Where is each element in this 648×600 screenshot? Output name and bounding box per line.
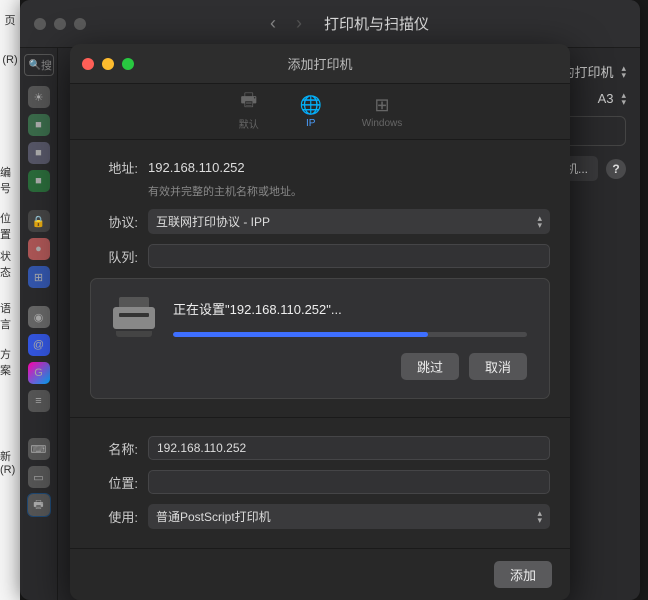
close-icon[interactable] xyxy=(82,58,94,70)
progress-text: 正在设置"192.168.110.252"... xyxy=(173,299,527,337)
address-label: 地址: xyxy=(90,158,138,177)
left-clip-strip: 页 (R) 编号 位置 状态 语言 方案 新(R) xyxy=(0,0,20,600)
address-hint: 有效并完整的主机名称或地址。 xyxy=(148,183,550,199)
printer-graphic-icon xyxy=(113,297,155,337)
min-dot[interactable] xyxy=(54,18,66,30)
sidebar-item[interactable]: ▭ xyxy=(28,466,50,488)
queue-input[interactable] xyxy=(148,244,550,268)
chevron-updown-icon[interactable]: ▴▾ xyxy=(621,65,626,79)
printer-icon: 🖶 xyxy=(238,92,260,114)
settings-titlebar: ‹ › 打印机与扫描仪 xyxy=(20,0,640,48)
progress-card: 正在设置"192.168.110.252"... 跳过 取消 xyxy=(90,278,550,399)
sidebar-item[interactable]: ■ xyxy=(28,114,50,136)
name-label: 名称: xyxy=(90,439,138,458)
chevron-updown-icon: ▴▾ xyxy=(537,510,542,524)
chevron-updown-icon: ▴▾ xyxy=(537,215,542,229)
search-icon: 🔍 xyxy=(29,60,41,71)
use-label: 使用: xyxy=(90,507,138,526)
tab-default[interactable]: 🖶 默认 xyxy=(238,92,260,131)
sidebar-item[interactable]: ■ xyxy=(28,170,50,192)
modal-footer: 添加 xyxy=(70,548,570,600)
modal-window-controls[interactable] xyxy=(82,58,134,70)
help-icon[interactable]: ? xyxy=(606,159,626,179)
bottom-form: 名称: 位置: 使用: 普通PostScript打印机 ▴▾ xyxy=(70,417,570,529)
sidebar-item[interactable]: ◉ xyxy=(28,306,50,328)
cancel-button[interactable]: 取消 xyxy=(469,353,527,380)
location-label: 位置: xyxy=(90,473,138,492)
progress-bar xyxy=(173,332,527,337)
sidebar-item[interactable]: ☀ xyxy=(28,86,50,108)
search-input[interactable]: 🔍 搜 xyxy=(24,54,54,76)
sidebar-item[interactable]: G xyxy=(28,362,50,384)
sidebar-item[interactable]: ⌨ xyxy=(28,438,50,460)
modal-body: 地址: 192.168.110.252 有效并完整的主机名称或地址。 协议: 互… xyxy=(70,140,570,557)
nav-forward-icon[interactable]: › xyxy=(290,13,308,34)
sidebar-item[interactable]: 🔒 xyxy=(28,210,50,232)
paper-size-value: A3 xyxy=(598,91,614,106)
sidebar-item[interactable]: @ xyxy=(28,334,50,356)
modal-title: 添加打印机 xyxy=(287,54,352,73)
minimize-icon[interactable] xyxy=(102,58,114,70)
protocol-select[interactable]: 互联网打印协议 - IPP ▴▾ xyxy=(148,209,550,234)
modal-titlebar: 添加打印机 xyxy=(70,44,570,84)
sidebar-item[interactable]: ≡ xyxy=(28,390,50,412)
protocol-label: 协议: xyxy=(90,212,138,231)
close-dot[interactable] xyxy=(34,18,46,30)
add-button[interactable]: 添加 xyxy=(494,561,552,588)
globe-icon: 🌐 xyxy=(300,94,322,116)
settings-title: 打印机与扫描仪 xyxy=(324,13,429,34)
maximize-icon[interactable] xyxy=(122,58,134,70)
sidebar-item-printers[interactable]: 🖶 xyxy=(28,494,50,516)
skip-button[interactable]: 跳过 xyxy=(401,353,459,380)
queue-label: 队列: xyxy=(90,247,138,266)
use-select[interactable]: 普通PostScript打印机 ▴▾ xyxy=(148,504,550,529)
chevron-updown-icon[interactable]: ▴▾ xyxy=(621,92,626,106)
sidebar-item[interactable]: ● xyxy=(28,238,50,260)
name-input[interactable] xyxy=(148,436,550,460)
settings-sidebar: 🔍 搜 ☀ ■ ■ ■ 🔒 ● ⊞ ◉ @ G ≡ ⌨ ▭ 🖶 xyxy=(20,48,58,600)
windows-icon: ⊞ xyxy=(371,94,393,116)
tab-windows[interactable]: ⊞ Windows xyxy=(362,94,403,129)
nav-back-icon[interactable]: ‹ xyxy=(264,13,282,34)
address-value: 192.168.110.252 xyxy=(148,160,550,175)
location-input[interactable] xyxy=(148,470,550,494)
window-controls[interactable] xyxy=(34,18,86,30)
add-printer-modal: 添加打印机 🖶 默认 🌐 IP ⊞ Windows 地址: 192.168.11… xyxy=(70,44,570,600)
sidebar-item[interactable]: ⊞ xyxy=(28,266,50,288)
modal-toolbar: 🖶 默认 🌐 IP ⊞ Windows xyxy=(70,84,570,140)
tab-ip[interactable]: 🌐 IP xyxy=(300,94,322,129)
max-dot[interactable] xyxy=(74,18,86,30)
progress-fill xyxy=(173,332,428,337)
sidebar-item[interactable]: ■ xyxy=(28,142,50,164)
